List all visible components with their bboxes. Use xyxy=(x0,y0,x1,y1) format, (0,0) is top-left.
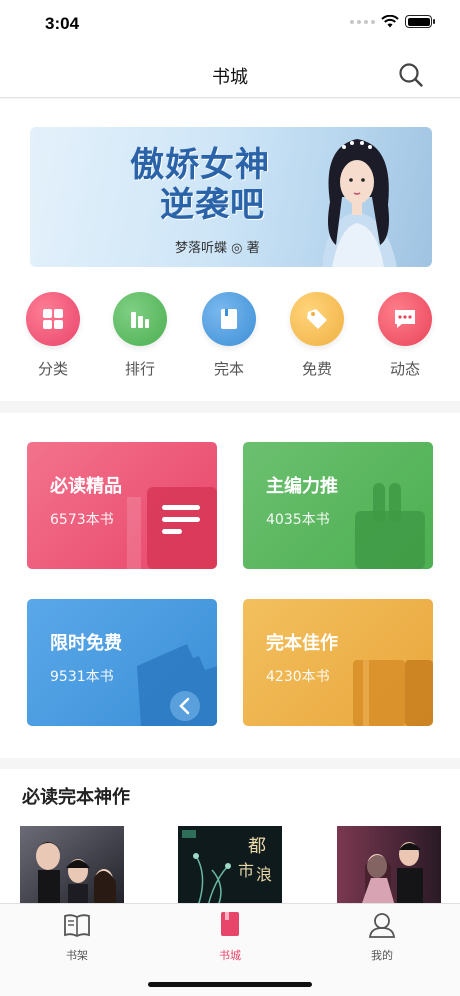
banner-character-image xyxy=(322,139,397,267)
book-cover[interactable] xyxy=(337,826,441,906)
card-limited-free[interactable]: 限时免费 9531本书 xyxy=(27,599,217,726)
status-time: 3:04 xyxy=(45,14,80,33)
category-item-dongtai[interactable]: 动态 xyxy=(370,292,440,379)
svg-text:浪: 浪 xyxy=(256,865,272,884)
tab-profile[interactable]: 我的 xyxy=(342,910,422,963)
tab-bookshelf[interactable]: 书架 xyxy=(37,910,117,963)
banner-section: 傲娇女神 逆袭吧 梦落听蝶 ◎ 著 分类 排行 完本 免费 动态 xyxy=(0,99,460,401)
tab-label: 我的 xyxy=(371,949,393,962)
promo-banner[interactable]: 傲娇女神 逆袭吧 梦落听蝶 ◎ 著 xyxy=(30,127,432,267)
banner-title-line1: 傲娇女神 xyxy=(130,145,270,185)
status-bar: 3:04 xyxy=(0,0,460,50)
page-title: 书城 xyxy=(212,67,248,88)
thumbs-up-icon xyxy=(355,483,425,569)
card-completed-works[interactable]: 完本佳作 4230本书 xyxy=(243,599,433,726)
signal-icon xyxy=(350,19,375,24)
tab-bookstore[interactable]: 书城 xyxy=(190,910,270,963)
card-title: 限时免费 xyxy=(50,633,122,654)
card-title: 主编力推 xyxy=(266,476,338,497)
book-cover[interactable] xyxy=(20,826,124,906)
card-title: 必读精品 xyxy=(50,476,122,497)
banner-title-line2: 逆袭吧 xyxy=(160,185,265,225)
nav-bar: 书城 xyxy=(0,50,460,98)
category-item-mianfei[interactable]: 免费 xyxy=(282,292,352,379)
category-item-paihang[interactable]: 排行 xyxy=(105,292,175,379)
grid-icon xyxy=(26,292,80,346)
book-icon xyxy=(202,292,256,346)
profile-icon xyxy=(368,913,396,938)
bookstore-icon xyxy=(221,912,239,936)
tag-icon xyxy=(290,292,344,346)
card-count: 4035本书 xyxy=(266,512,330,528)
banner-title: 傲娇女神 逆袭吧 xyxy=(130,145,270,225)
search-icon[interactable] xyxy=(398,62,424,88)
card-count: 9531本书 xyxy=(50,669,114,685)
svg-text:市: 市 xyxy=(238,861,254,880)
home-indicator xyxy=(148,982,312,987)
card-title: 完本佳作 xyxy=(266,633,338,654)
banner-author: 梦落听蝶 ◎ 著 xyxy=(175,241,260,256)
bars-icon xyxy=(113,292,167,346)
chat-icon xyxy=(378,292,432,346)
category-item-fenlei[interactable]: 分类 xyxy=(18,292,88,379)
bookshelf-icon xyxy=(64,914,90,938)
category-label: 免费 xyxy=(301,360,332,378)
ticket-icon xyxy=(137,644,217,726)
section-title: 必读完本神作 xyxy=(22,787,130,808)
category-label: 完本 xyxy=(213,360,244,378)
status-icons xyxy=(350,15,435,28)
category-item-wanben[interactable]: 完本 xyxy=(194,292,264,379)
card-count: 4230本书 xyxy=(266,669,330,685)
category-label: 动态 xyxy=(389,360,420,378)
tab-label: 书城 xyxy=(219,949,241,962)
wifi-icon xyxy=(381,15,399,28)
battery-icon xyxy=(405,15,435,28)
card-editor-pick[interactable]: 主编力推 4035本书 xyxy=(243,442,433,569)
must-read-completed-section: 必读完本神作 都 市 浪 xyxy=(0,769,460,909)
card-must-read[interactable]: 必读精品 6573本书 xyxy=(27,442,217,569)
list-icon xyxy=(127,487,217,569)
featured-cards: 必读精品 6573本书 主编力推 4035本书 限时免费 9531本书 完本佳作… xyxy=(0,413,460,758)
category-label: 分类 xyxy=(37,360,68,378)
category-shortcuts: 分类 排行 完本 免费 动态 xyxy=(0,292,460,392)
card-count: 6573本书 xyxy=(50,512,114,528)
svg-text:都: 都 xyxy=(248,836,266,857)
tab-label: 书架 xyxy=(66,949,88,962)
book-cover[interactable]: 都 市 浪 xyxy=(178,826,282,906)
books-icon xyxy=(353,660,433,726)
category-label: 排行 xyxy=(124,360,155,378)
